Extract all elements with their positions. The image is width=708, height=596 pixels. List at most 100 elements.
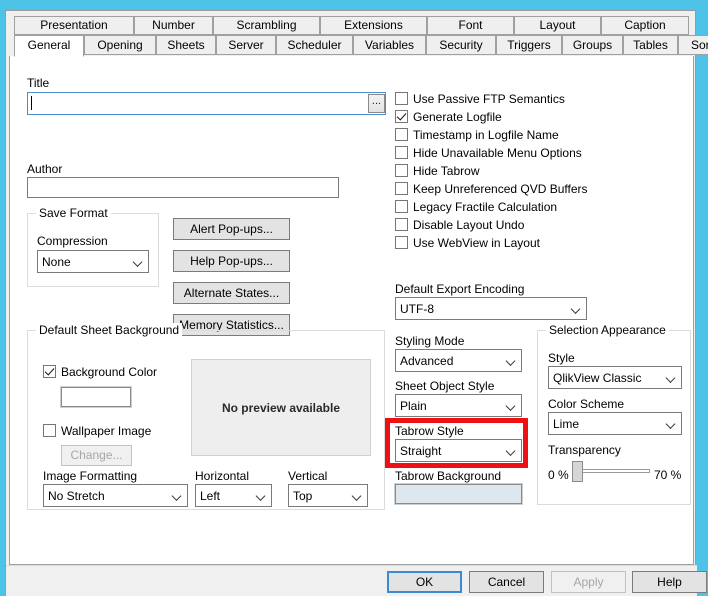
ok-button[interactable]: OK bbox=[387, 571, 462, 593]
transparency-label: Transparency bbox=[548, 443, 621, 457]
tabrow-style-label: Tabrow Style bbox=[395, 424, 464, 438]
tab-caption[interactable]: Caption bbox=[601, 16, 689, 35]
color-scheme-label: Color Scheme bbox=[548, 397, 625, 411]
checkbox-hide-tabrow[interactable] bbox=[395, 164, 408, 177]
tab-variables[interactable]: Variables bbox=[353, 35, 426, 55]
save-format-group-label: Save Format bbox=[36, 206, 111, 220]
help-popups-button[interactable]: Help Pop-ups... bbox=[173, 250, 290, 272]
compression-value: None bbox=[42, 254, 71, 269]
apply-button[interactable]: Apply bbox=[551, 571, 626, 593]
tab-presentation[interactable]: Presentation bbox=[14, 16, 134, 35]
tab-scheduler[interactable]: Scheduler bbox=[276, 35, 353, 55]
tab-scrambling[interactable]: Scrambling bbox=[213, 16, 320, 35]
general-tab-panel: Title ... Author Save Format Compression… bbox=[9, 56, 694, 565]
transparency-max-label: 70 % bbox=[654, 468, 682, 482]
tab-groups[interactable]: Groups bbox=[562, 35, 623, 55]
export-encoding-label: Default Export Encoding bbox=[395, 282, 525, 296]
chevron-down-icon bbox=[572, 304, 581, 313]
styling-mode-label: Styling Mode bbox=[395, 334, 465, 348]
alternate-states-button[interactable]: Alternate States... bbox=[173, 282, 290, 304]
author-label: Author bbox=[27, 162, 63, 176]
checkbox-background-color[interactable] bbox=[43, 365, 56, 378]
vertical-value: Top bbox=[293, 488, 313, 503]
alert-popups-button[interactable]: Alert Pop-ups... bbox=[173, 218, 290, 240]
checkbox-label: Hide Unavailable Menu Options bbox=[413, 146, 582, 160]
chevron-down-icon bbox=[173, 491, 182, 500]
tab-general[interactable]: General bbox=[14, 35, 84, 57]
tab-tables[interactable]: Tables bbox=[623, 35, 678, 55]
tabrow-background-swatch[interactable] bbox=[394, 483, 523, 505]
title-browse-button[interactable]: ... bbox=[368, 94, 385, 113]
sheet-object-style-label: Sheet Object Style bbox=[395, 379, 495, 393]
tab-extensions[interactable]: Extensions bbox=[320, 16, 427, 35]
selection-appearance-group: Selection Appearance Style QlikView Clas… bbox=[537, 323, 691, 505]
tabrow-style-value: Straight bbox=[400, 443, 442, 458]
image-formatting-select[interactable]: No Stretch bbox=[43, 484, 188, 507]
selection-style-label: Style bbox=[548, 351, 575, 365]
tab-server[interactable]: Server bbox=[216, 35, 276, 55]
checkbox-timestamp-in-logfile-name[interactable] bbox=[395, 128, 408, 141]
vertical-select[interactable]: Top bbox=[288, 484, 368, 507]
checkbox-use-webview-in-layout[interactable] bbox=[395, 236, 408, 249]
transparency-slider-track bbox=[572, 469, 650, 473]
title-label: Title bbox=[27, 76, 50, 90]
export-encoding-select[interactable]: UTF-8 bbox=[395, 297, 587, 320]
transparency-min-label: 0 % bbox=[548, 468, 569, 482]
tabrow-style-select[interactable]: Straight bbox=[395, 439, 522, 462]
color-scheme-value: Lime bbox=[553, 416, 580, 431]
transparency-slider[interactable] bbox=[572, 461, 650, 482]
author-input[interactable] bbox=[27, 177, 339, 198]
tab-strip: Presentation Number Scrambling Extension… bbox=[6, 11, 708, 57]
wallpaper-preview: No preview available bbox=[191, 359, 371, 456]
checkbox-keep-unreferenced-qvd-buffers[interactable] bbox=[395, 182, 408, 195]
tab-number[interactable]: Number bbox=[134, 16, 213, 35]
chevron-down-icon bbox=[507, 446, 516, 455]
checkbox-legacy-fractile-calculation[interactable] bbox=[395, 200, 408, 213]
chevron-down-icon bbox=[507, 356, 516, 365]
change-wallpaper-button[interactable]: Change... bbox=[61, 445, 132, 466]
checkbox-label: Wallpaper Image bbox=[61, 424, 152, 438]
checkbox-generate-logfile[interactable] bbox=[395, 110, 408, 123]
image-formatting-label: Image Formatting bbox=[43, 469, 138, 483]
checkbox-hide-unavailable-menu-options[interactable] bbox=[395, 146, 408, 159]
checkbox-label: Use WebView in Layout bbox=[413, 236, 540, 250]
checkbox-label: Disable Layout Undo bbox=[413, 218, 525, 232]
tab-triggers[interactable]: Triggers bbox=[496, 35, 562, 55]
checkbox-label: Hide Tabrow bbox=[413, 164, 480, 178]
default-sheet-background-group-label: Default Sheet Background bbox=[36, 323, 183, 337]
default-sheet-background-group: Default Sheet Background Background Colo… bbox=[27, 323, 385, 510]
checkbox-disable-layout-undo[interactable] bbox=[395, 218, 408, 231]
checkbox-label: Keep Unreferenced QVD Buffers bbox=[413, 182, 588, 196]
chevron-down-icon bbox=[134, 257, 143, 266]
title-input[interactable] bbox=[27, 92, 386, 115]
tab-sort[interactable]: Sort bbox=[678, 35, 708, 55]
compression-select[interactable]: None bbox=[37, 250, 149, 273]
horizontal-select[interactable]: Left bbox=[195, 484, 272, 507]
color-scheme-select[interactable]: Lime bbox=[548, 412, 682, 435]
help-button[interactable]: Help bbox=[632, 571, 707, 593]
checkbox-label: Background Color bbox=[61, 365, 158, 379]
selection-style-select[interactable]: QlikView Classic bbox=[548, 366, 682, 389]
checkbox-use-passive-ftp-semantics[interactable] bbox=[395, 92, 408, 105]
tab-font[interactable]: Font bbox=[427, 16, 514, 35]
tab-sheets[interactable]: Sheets bbox=[156, 35, 216, 55]
chevron-down-icon bbox=[667, 373, 676, 382]
styling-mode-select[interactable]: Advanced bbox=[395, 349, 522, 372]
transparency-slider-thumb[interactable] bbox=[572, 461, 583, 482]
tabrow-background-label: Tabrow Background bbox=[395, 469, 502, 483]
cancel-button[interactable]: Cancel bbox=[469, 571, 544, 593]
tab-opening[interactable]: Opening bbox=[84, 35, 156, 55]
tab-layout[interactable]: Layout bbox=[514, 16, 601, 35]
checkbox-label: Timestamp in Logfile Name bbox=[413, 128, 559, 142]
background-color-swatch[interactable] bbox=[60, 386, 132, 408]
checkbox-label: Use Passive FTP Semantics bbox=[413, 92, 565, 106]
horizontal-value: Left bbox=[200, 488, 221, 503]
chevron-down-icon bbox=[507, 401, 516, 410]
vertical-label: Vertical bbox=[288, 469, 328, 483]
checkbox-wallpaper-image[interactable] bbox=[43, 424, 56, 437]
sheet-object-style-value: Plain bbox=[400, 398, 427, 413]
tab-security[interactable]: Security bbox=[426, 35, 496, 55]
sheet-object-style-select[interactable]: Plain bbox=[395, 394, 522, 417]
document-properties-dialog: Presentation Number Scrambling Extension… bbox=[5, 10, 708, 596]
selection-style-value: QlikView Classic bbox=[553, 370, 642, 385]
